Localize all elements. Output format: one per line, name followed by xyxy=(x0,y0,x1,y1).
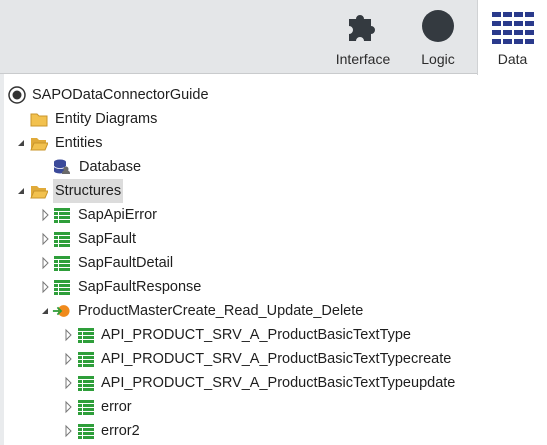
tree-item-entities[interactable]: Entities xyxy=(0,131,547,155)
tree-item-structure[interactable]: SapApiError xyxy=(0,203,547,227)
tree-item-structure[interactable]: SapFault xyxy=(0,227,547,251)
structure-icon xyxy=(78,376,94,391)
tab-logic[interactable]: Logic xyxy=(404,0,472,74)
tree-item-label: error2 xyxy=(101,423,140,439)
collapsed-arrow-icon[interactable] xyxy=(62,347,74,371)
tree-item-structure[interactable]: error xyxy=(0,395,547,419)
collapsed-arrow-icon[interactable] xyxy=(39,227,51,251)
tree-root[interactable]: SAPODataConnectorGuide xyxy=(0,83,547,107)
module-icon xyxy=(8,86,26,104)
structure-icon xyxy=(78,400,94,415)
collapsed-arrow-icon[interactable] xyxy=(62,323,74,347)
tree-item-label: API_PRODUCT_SRV_A_ProductBasicTextTypecr… xyxy=(101,351,452,367)
structure-icon xyxy=(54,208,70,223)
puzzle-icon xyxy=(349,15,375,41)
folder-icon xyxy=(30,113,48,127)
collapsed-arrow-icon[interactable] xyxy=(39,251,51,275)
tree-root-label: SAPODataConnectorGuide xyxy=(32,87,209,103)
tree-item-structure[interactable]: API_PRODUCT_SRV_A_ProductBasicTextTypeup… xyxy=(0,371,547,395)
tab-data[interactable]: Data xyxy=(477,0,547,75)
tree-item-connector[interactable]: ProductMasterCreate_Read_Update_Delete xyxy=(0,299,547,323)
collapsed-arrow-icon[interactable] xyxy=(62,371,74,395)
collapsed-arrow-icon[interactable] xyxy=(62,395,74,419)
tree-item-label: error xyxy=(101,399,132,415)
tab-logic-label: Logic xyxy=(421,51,455,67)
grid-icon xyxy=(491,12,534,44)
structure-icon xyxy=(54,232,70,247)
database-icon xyxy=(53,159,70,174)
tree-item-label: SapFaultDetail xyxy=(78,255,174,271)
tree-item-entity-diagrams[interactable]: Entity Diagrams xyxy=(0,107,547,131)
tree-item-structure[interactable]: error2 xyxy=(0,419,547,443)
data-tree: SAPODataConnectorGuide Entity Diagrams E… xyxy=(0,74,547,445)
tree-item-label: Entity Diagrams xyxy=(55,111,158,127)
top-toolbar: Interface Logic Data xyxy=(0,0,547,75)
tree-item-structure[interactable]: API_PRODUCT_SRV_A_ProductBasicTextTypecr… xyxy=(0,347,547,371)
tab-data-label: Data xyxy=(497,51,528,67)
tree-item-database[interactable]: Database xyxy=(0,155,547,179)
expanded-arrow-icon[interactable] xyxy=(15,179,27,203)
structure-icon xyxy=(78,352,94,367)
collapsed-arrow-icon[interactable] xyxy=(39,275,51,299)
tree-item-label: Entities xyxy=(55,135,103,151)
circle-icon xyxy=(422,10,454,42)
tree-item-label: Database xyxy=(79,159,142,175)
folder-open-icon xyxy=(30,186,48,199)
tree-item-label: Structures xyxy=(53,179,124,203)
tree-item-label: SapFaultResponse xyxy=(78,279,202,295)
expanded-arrow-icon[interactable] xyxy=(39,299,51,323)
collapsed-arrow-icon[interactable] xyxy=(39,203,51,227)
expanded-arrow-icon[interactable] xyxy=(15,131,27,155)
tree-item-structures[interactable]: Structures xyxy=(0,179,547,203)
structure-icon xyxy=(54,256,70,271)
tree-item-structure[interactable]: API_PRODUCT_SRV_A_ProductBasicTextType xyxy=(0,323,547,347)
tree-item-label: SapApiError xyxy=(78,207,157,223)
tab-interface-label: Interface xyxy=(335,51,391,67)
structure-icon xyxy=(54,280,70,295)
collapsed-arrow-icon[interactable] xyxy=(62,419,74,443)
tree-item-label: API_PRODUCT_SRV_A_ProductBasicTextType xyxy=(101,327,412,343)
tab-interface[interactable]: Interface xyxy=(326,0,400,74)
tree-item-label: SapFault xyxy=(78,231,137,247)
tree-item-label: ProductMasterCreate_Read_Update_Delete xyxy=(78,303,364,319)
tree-item-structure[interactable]: SapFaultResponse xyxy=(0,275,547,299)
connector-icon xyxy=(52,305,70,317)
tree-item-structure[interactable]: SapFaultDetail xyxy=(0,251,547,275)
structure-icon xyxy=(78,328,94,343)
structure-icon xyxy=(78,424,94,439)
folder-open-icon xyxy=(30,138,48,151)
tree-item-label: API_PRODUCT_SRV_A_ProductBasicTextTypeup… xyxy=(101,375,456,391)
